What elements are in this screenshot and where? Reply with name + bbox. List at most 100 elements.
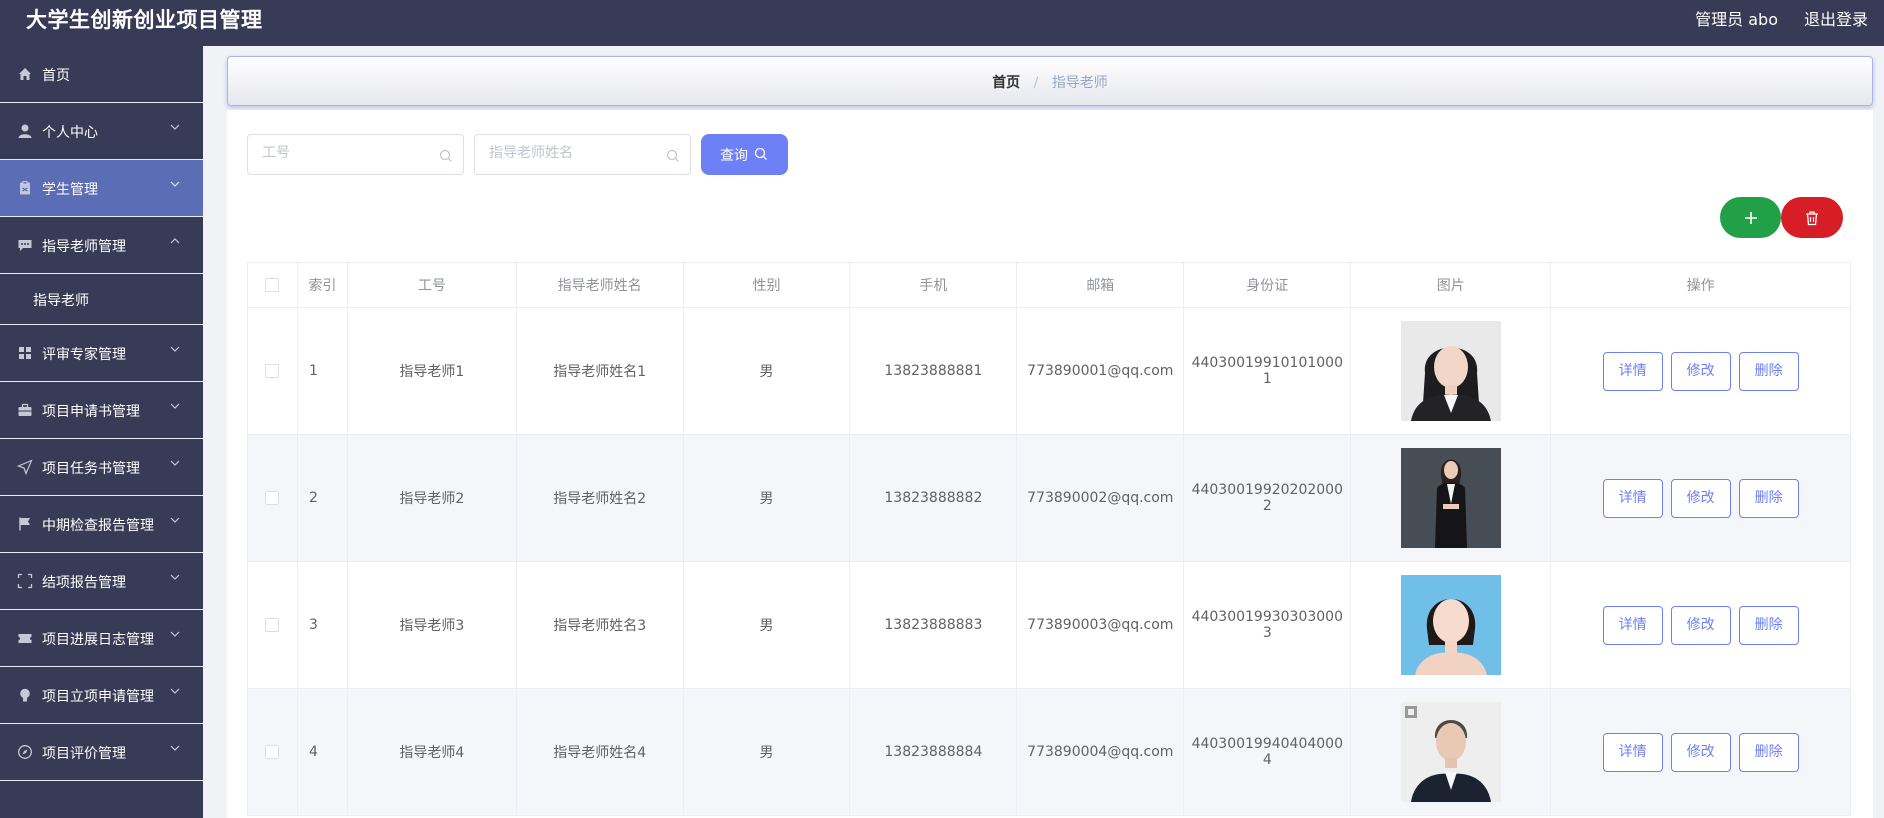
actions-cell: 详情 修改 删除: [1550, 688, 1851, 816]
sidebar-item-approval-management[interactable]: 项目立项申请管理: [0, 667, 203, 724]
table-row: 3 指导老师3 指导老师姓名3 男 13823888883 773890003@…: [247, 561, 1851, 689]
chevron-up-icon: [169, 235, 181, 247]
sidebar-item-expert-management[interactable]: 评审专家管理: [0, 325, 203, 382]
sidebar-item-teacher-management[interactable]: 指导老师管理: [0, 217, 203, 274]
row-select-cell: [247, 307, 298, 435]
column-header: 性别: [682, 262, 851, 308]
delete-button[interactable]: 删除: [1738, 478, 1799, 518]
detail-button[interactable]: 详情: [1602, 732, 1663, 772]
column-header: 指导老师姓名: [515, 262, 684, 308]
sidebar-item-label: 结项报告管理: [42, 575, 126, 591]
sidebar-item-label: 项目评价管理: [42, 746, 126, 762]
teacher-name-search: [474, 134, 691, 175]
query-button[interactable]: 查询: [701, 134, 788, 175]
chevron-down-icon: [169, 685, 181, 697]
delete-button[interactable]: 删除: [1738, 351, 1799, 391]
trash-icon: [1806, 211, 1818, 226]
idcard-line: 44030019920202000: [1191, 482, 1343, 498]
current-user: 管理员 abo: [1695, 10, 1778, 29]
delete-button[interactable]: 删除: [1738, 732, 1799, 772]
chevron-down-icon: [169, 178, 181, 190]
compass-icon: [17, 744, 33, 760]
actions-cell: 详情 修改 删除: [1550, 561, 1851, 689]
sidebar-item-label: 项目立项申请管理: [42, 689, 154, 705]
sidebar-item-application-management[interactable]: 项目申请书管理: [0, 382, 203, 439]
row-select-cell: [247, 434, 298, 562]
sidebar-item-label: 项目申请书管理: [42, 404, 140, 420]
gender-cell: 男: [682, 434, 851, 562]
breadcrumb-home-link[interactable]: 首页: [992, 75, 1020, 91]
idcard-line: 2: [1262, 498, 1272, 514]
teacher-photo: [1400, 575, 1501, 675]
ticket-icon: [17, 630, 33, 646]
table-row: 1 指导老师1 指导老师姓名1 男 13823888881 773890001@…: [247, 307, 1851, 435]
idcard-cell: 44030019920202000 2: [1183, 434, 1352, 562]
send-icon: [17, 459, 33, 475]
teacher-name-cell: 指导老师姓名1: [515, 307, 684, 435]
detail-button[interactable]: 详情: [1602, 478, 1663, 518]
breadcrumb-current: 指导老师: [1051, 75, 1108, 91]
index-cell: 3: [296, 561, 348, 689]
phone-cell: 13823888883: [849, 561, 1018, 689]
actions-cell: 详情 修改 删除: [1550, 434, 1851, 562]
delete-button[interactable]: 删除: [1738, 605, 1799, 645]
sidebar-item-personal-center[interactable]: 个人中心: [0, 103, 203, 160]
column-header: 图片: [1350, 262, 1552, 308]
teacher-name-cell: 指导老师姓名4: [515, 688, 684, 816]
sidebar-item-label: 学生管理: [42, 182, 98, 198]
teacher-photo: [1400, 702, 1501, 802]
row-select-cell: [247, 688, 298, 816]
sidebar-item-task-management[interactable]: 项目任务书管理: [0, 439, 203, 496]
edit-button[interactable]: 修改: [1670, 605, 1731, 645]
app-title: 大学生创新创业项目管理: [26, 8, 263, 32]
search-icon: [754, 147, 768, 161]
column-header: 工号: [346, 262, 517, 308]
row-checkbox[interactable]: [265, 745, 280, 759]
email-cell: 773890002@qq.com: [1016, 434, 1185, 562]
teacher-id-cell: 指导老师2: [346, 434, 517, 562]
detail-button[interactable]: 详情: [1602, 351, 1663, 391]
logout-button[interactable]: 退出登录: [1804, 6, 1868, 30]
teacher-id-input[interactable]: [262, 145, 432, 161]
teacher-photo: [1400, 448, 1501, 548]
content-panel: 查询 索引 工号 指导老师姓名 性别 手机 邮箱 身份证 图片: [227, 110, 1873, 818]
row-checkbox[interactable]: [265, 618, 280, 632]
add-button[interactable]: [1720, 197, 1781, 238]
detail-button[interactable]: 详情: [1602, 605, 1663, 645]
edit-button[interactable]: 修改: [1670, 732, 1731, 772]
idcard-cell: 44030019940404000 4: [1183, 688, 1352, 816]
user-icon: [17, 123, 33, 139]
photo-cell: [1350, 307, 1552, 435]
query-button-label: 查询: [720, 147, 748, 163]
row-checkbox[interactable]: [265, 491, 280, 505]
sidebar-item-final-report-management[interactable]: 结项报告管理: [0, 553, 203, 610]
column-header: 身份证: [1183, 262, 1352, 308]
batch-delete-button[interactable]: [1781, 197, 1843, 238]
edit-button[interactable]: 修改: [1670, 351, 1731, 391]
sidebar-item-evaluation-management[interactable]: 项目评价管理: [0, 724, 203, 781]
sidebar-item-label: 项目进展日志管理: [42, 632, 154, 648]
select-all-checkbox[interactable]: [265, 278, 280, 292]
idcard-line: 4: [1262, 752, 1272, 768]
row-checkbox[interactable]: [265, 364, 280, 378]
sidebar-item-home[interactable]: 首页: [0, 46, 203, 103]
sidebar-item-label: 指导老师管理: [42, 239, 126, 255]
sidebar-item-progress-log-management[interactable]: 项目进展日志管理: [0, 610, 203, 667]
plus-icon: [1745, 212, 1757, 224]
row-select-cell: [247, 561, 298, 689]
chevron-down-icon: [169, 742, 181, 754]
sidebar-subitem-teacher[interactable]: 指导老师: [0, 274, 203, 325]
chevron-down-icon: [169, 571, 181, 583]
teacher-name-input[interactable]: [489, 145, 659, 161]
teacher-id-cell: 指导老师3: [346, 561, 517, 689]
search-icon: [666, 148, 680, 162]
sidebar-item-student-management[interactable]: 学生管理: [0, 160, 203, 217]
phone-cell: 13823888884: [849, 688, 1018, 816]
chat-icon: [17, 237, 33, 253]
idcard-line: 44030019910101000: [1191, 355, 1343, 371]
index-cell: 2: [296, 434, 348, 562]
edit-button[interactable]: 修改: [1670, 478, 1731, 518]
chevron-down-icon: [169, 343, 181, 355]
sidebar-item-midterm-management[interactable]: 中期检查报告管理: [0, 496, 203, 553]
column-header: 邮箱: [1016, 262, 1185, 308]
